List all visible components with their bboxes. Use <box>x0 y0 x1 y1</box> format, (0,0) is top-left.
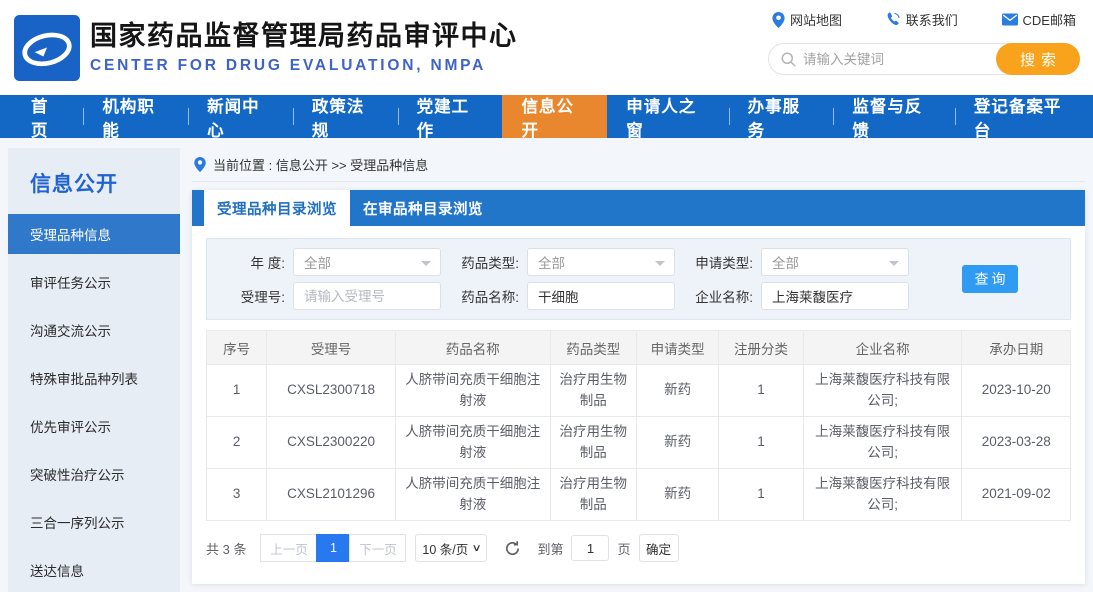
page-number-button[interactable]: 1 <box>316 534 350 562</box>
nav-item-services[interactable]: 办事服务 <box>729 95 834 138</box>
goto-page-input[interactable] <box>571 535 609 561</box>
quick-links: 网站地图 联系我们 CDE邮箱 <box>768 10 1080 29</box>
sidebar: 信息公开 受理品种信息 审评任务公示 沟通交流公示 特殊审批品种列表 优先审评公… <box>8 148 180 592</box>
sidebar-item-communication[interactable]: 沟通交流公示 <box>8 306 180 354</box>
results-table: 序号 受理号 药品名称 药品类型 申请类型 注册分类 企业名称 承办日期 1 <box>206 330 1071 521</box>
nav-item-policies[interactable]: 政策法规 <box>293 95 398 138</box>
nav-item-functions[interactable]: 机构职能 <box>83 95 188 138</box>
chevron-down-icon <box>889 261 899 266</box>
sidebar-item-review-tasks[interactable]: 审评任务公示 <box>8 258 180 306</box>
prev-page-button[interactable]: 上一页 <box>260 534 317 562</box>
table-row: 1 CXSL2300718 人脐带间充质干细胞注射液 治疗用生物制品 新药 1 … <box>207 365 1071 417</box>
tab-accepted-catalog[interactable]: 受理品种目录浏览 <box>204 190 350 226</box>
drug-name-input[interactable] <box>538 283 664 309</box>
table-row: 2 CXSL2300220 人脐带间充质干细胞注射液 治疗用生物制品 新药 1 … <box>207 417 1071 469</box>
col-drug-name: 药品名称 <box>395 331 550 365</box>
acceptance-no-input[interactable] <box>304 283 430 309</box>
contact-link[interactable]: 联系我们 <box>886 10 958 29</box>
apply-type-label: 申请类型: <box>675 252 761 272</box>
search-icon <box>781 52 796 67</box>
col-company: 企业名称 <box>803 331 962 365</box>
nav-item-news[interactable]: 新闻中心 <box>188 95 293 138</box>
table-row: 3 CXSL2101296 人脐带间充质干细胞注射液 治疗用生物制品 新药 1 … <box>207 469 1071 521</box>
col-apply-type: 申请类型 <box>636 331 718 365</box>
drug-name-label: 药品名称: <box>441 286 527 306</box>
year-label: 年 度: <box>207 252 293 272</box>
pagination: 共 3 条 上一页 1 下一页 10 条/页 ∨ 到第 <box>206 534 1071 562</box>
sidebar-item-delivery-info[interactable]: 送达信息 <box>8 546 180 592</box>
drug-type-select[interactable]: 全部 <box>527 248 675 276</box>
col-index: 序号 <box>207 331 267 365</box>
nav-item-home[interactable]: 首页 <box>12 95 83 138</box>
nav-item-party[interactable]: 党建工作 <box>398 95 503 138</box>
filter-box: 年 度: 全部 药品类型: 全部 申请类型: 全部 <box>206 238 1071 320</box>
sidebar-item-special-approval[interactable]: 特殊审批品种列表 <box>8 354 180 402</box>
pager-group: 上一页 1 下一页 <box>260 534 406 562</box>
brand-block: 国家药品监督管理局药品审评中心 CENTER FOR DRUG EVALUATI… <box>90 20 518 75</box>
mailbox-link[interactable]: CDE邮箱 <box>1002 10 1076 29</box>
nav-item-supervision[interactable]: 监督与反馈 <box>833 95 954 138</box>
panel-inner: 年 度: 全部 药品类型: 全部 申请类型: 全部 <box>192 226 1085 584</box>
company-field-wrap <box>761 282 909 310</box>
filter-row-1: 年 度: 全部 药品类型: 全部 申请类型: 全部 <box>207 248 1070 276</box>
sidebar-item-three-in-one[interactable]: 三合一序列公示 <box>8 498 180 546</box>
location-pin-icon <box>194 157 206 172</box>
acceptance-no-field-wrap <box>293 282 441 310</box>
filter-row-2: 受理号: 药品名称: 企业名称: <box>207 282 1070 310</box>
page-body: 信息公开 受理品种信息 审评任务公示 沟通交流公示 特殊审批品种列表 优先审评公… <box>0 138 1093 592</box>
site-header: 国家药品监督管理局药品审评中心 CENTER FOR DRUG EVALUATI… <box>0 0 1093 95</box>
search-bar: 搜索 <box>768 43 1080 75</box>
next-page-button[interactable]: 下一页 <box>349 534 406 562</box>
nav-item-applicant[interactable]: 申请人之窗 <box>607 95 728 138</box>
sidebar-title: 信息公开 <box>8 148 180 214</box>
drug-name-field-wrap <box>527 282 675 310</box>
header-right: 网站地图 联系我们 CDE邮箱 搜索 <box>768 10 1080 75</box>
chevron-down-icon <box>421 261 431 266</box>
page-size-select[interactable]: 10 条/页 ∨ <box>415 534 487 562</box>
breadcrumb-text: 当前位置 : 信息公开 >> 受理品种信息 <box>213 155 428 174</box>
search-button[interactable]: 搜索 <box>996 43 1080 75</box>
company-input[interactable] <box>772 283 898 309</box>
main-nav: 首页 机构职能 新闻中心 政策法规 党建工作 信息公开 申请人之窗 办事服务 监… <box>0 95 1093 138</box>
site-title: 国家药品监督管理局药品审评中心 <box>90 20 518 54</box>
sidebar-item-priority-review[interactable]: 优先审评公示 <box>8 402 180 450</box>
tab-bar: 受理品种目录浏览 在审品种目录浏览 <box>192 190 1085 226</box>
table-header-row: 序号 受理号 药品名称 药品类型 申请类型 注册分类 企业名称 承办日期 <box>207 331 1071 365</box>
refresh-icon[interactable] <box>504 540 521 557</box>
goto-prefix: 到第 <box>537 539 563 558</box>
chevron-down-icon: ∨ <box>472 543 482 554</box>
year-select[interactable]: 全部 <box>293 248 441 276</box>
confirm-button[interactable]: 确定 <box>639 534 679 562</box>
sitemap-link[interactable]: 网站地图 <box>772 10 842 29</box>
site-subtitle: CENTER FOR DRUG EVALUATION, NMPA <box>90 57 518 75</box>
sidebar-item-accepted-varieties[interactable]: 受理品种信息 <box>8 214 180 254</box>
query-button[interactable]: 查询 <box>962 265 1018 293</box>
total-count: 共 3 条 <box>206 539 246 558</box>
apply-type-select[interactable]: 全部 <box>761 248 909 276</box>
col-reg-class: 注册分类 <box>719 331 803 365</box>
phone-icon <box>886 12 901 27</box>
goto-suffix: 页 <box>617 539 630 558</box>
nav-item-info-disclosure[interactable]: 信息公开 <box>502 95 607 138</box>
chevron-down-icon <box>655 261 665 266</box>
envelope-icon <box>1002 13 1018 26</box>
drug-type-label: 药品类型: <box>441 252 527 272</box>
col-acceptance-no: 受理号 <box>267 331 396 365</box>
sidebar-item-breakthrough-therapy[interactable]: 突破性治疗公示 <box>8 450 180 498</box>
tab-under-review-catalog[interactable]: 在审品种目录浏览 <box>350 190 496 226</box>
company-label: 企业名称: <box>675 286 761 306</box>
col-drug-type: 药品类型 <box>550 331 636 365</box>
goto-page: 到第 页 确定 <box>537 534 678 562</box>
location-pin-icon <box>772 12 785 28</box>
acceptance-no-label: 受理号: <box>207 286 293 306</box>
main-content: 当前位置 : 信息公开 >> 受理品种信息 受理品种目录浏览 在审品种目录浏览 … <box>192 148 1085 592</box>
cde-logo-icon <box>14 15 80 81</box>
content-panel: 受理品种目录浏览 在审品种目录浏览 年 度: 全部 药品类型: 全部 <box>192 190 1085 584</box>
nav-item-registration-platform[interactable]: 登记备案平台 <box>955 95 1093 138</box>
col-date: 承办日期 <box>962 331 1071 365</box>
breadcrumb: 当前位置 : 信息公开 >> 受理品种信息 <box>192 148 1085 182</box>
